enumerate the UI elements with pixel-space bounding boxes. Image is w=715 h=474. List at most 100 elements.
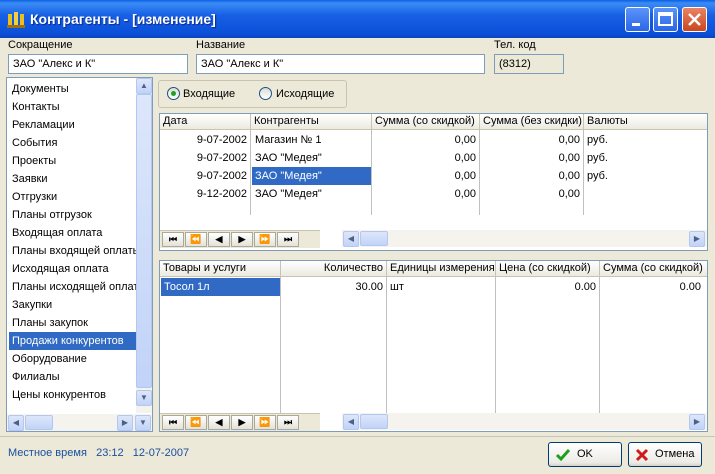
cell-counterparty: ЗАО "Медея": [255, 188, 322, 200]
ok-button[interactable]: OK: [548, 442, 622, 467]
sidebar-item-purchases[interactable]: Закупки: [9, 296, 137, 314]
cell-counterparty: ЗАО "Медея": [255, 152, 322, 164]
sidebar-item-events[interactable]: События: [9, 134, 137, 152]
documents-grid[interactable]: Дата Контрагенты Сумма (со скидкой) Сумм…: [159, 113, 708, 251]
nav-next-button[interactable]: ▶: [231, 415, 253, 430]
sidebar-vscroll[interactable]: ▲ ▼: [136, 78, 152, 413]
radio-incoming-label[interactable]: Входящие: [183, 88, 235, 100]
cell-currency: руб.: [587, 134, 608, 146]
column-header-quantity[interactable]: Количество: [281, 261, 387, 277]
sidebar-item-shipments[interactable]: Отгрузки: [9, 188, 137, 206]
phone-code-field[interactable]: (8312): [494, 54, 564, 74]
scroll-up-button[interactable]: ▲: [136, 78, 152, 94]
phone-code-label: Тел. код: [494, 39, 536, 51]
column-header-currency[interactable]: Валюты: [584, 114, 707, 130]
cell-sum-discount: 0,00: [454, 134, 476, 146]
scroll-right-button[interactable]: ▶: [117, 415, 133, 431]
column-divider: [250, 130, 251, 215]
nav-prev-button[interactable]: ◀: [208, 415, 230, 430]
sidebar-item-outgoing-payment-plans[interactable]: Планы исходящей оплаты: [9, 278, 137, 296]
cancel-button-label: Отмена: [655, 448, 695, 460]
nav-prev-button[interactable]: ◀: [208, 232, 230, 247]
nav-prev-page-button[interactable]: ⏪: [185, 415, 207, 430]
sidebar-item-claims[interactable]: Рекламации: [9, 116, 137, 134]
minimize-icon: [632, 23, 640, 26]
radio-incoming[interactable]: [167, 87, 180, 100]
minimize-button[interactable]: [625, 7, 650, 32]
column-divider: [599, 277, 600, 413]
sidebar-item-requests[interactable]: Заявки: [9, 170, 137, 188]
cell-sum-discount: 0.00: [679, 281, 701, 293]
scroll-thumb[interactable]: [360, 414, 388, 429]
scroll-left-button[interactable]: ◀: [343, 231, 359, 247]
radio-outgoing-label[interactable]: Исходящие: [276, 88, 334, 100]
nav-last-button[interactable]: ⏭: [277, 232, 299, 247]
column-header-date[interactable]: Дата: [160, 114, 251, 130]
column-header-sum-discount[interactable]: Сумма (со скидкой): [600, 261, 707, 277]
divider: [0, 436, 715, 437]
scroll-left-button[interactable]: ◀: [343, 414, 359, 430]
nav-last-button[interactable]: ⏭: [277, 415, 299, 430]
sidebar-item-outgoing-payment[interactable]: Исходящая оплата: [9, 260, 137, 278]
items-grid[interactable]: Товары и услуги Количество Единицы измер…: [159, 260, 708, 432]
nav-next-button[interactable]: ▶: [231, 232, 253, 247]
column-header-goods[interactable]: Товары и услуги: [160, 261, 281, 277]
nav-next-page-button[interactable]: ⏩: [254, 232, 276, 247]
sidebar-item-shipment-plans[interactable]: Планы отгрузок: [9, 206, 137, 224]
sidebar-item-contacts[interactable]: Контакты: [9, 98, 137, 116]
column-header-units[interactable]: Единицы измерения: [387, 261, 496, 277]
sidebar[interactable]: Документы Контакты Рекламации События Пр…: [6, 77, 153, 432]
scroll-thumb[interactable]: [25, 415, 53, 430]
short-name-label: Сокращение: [8, 39, 73, 51]
sidebar-item-incoming-payment-plans[interactable]: Планы входящей оплаты: [9, 242, 137, 260]
cell-currency: руб.: [587, 152, 608, 164]
sidebar-item-purchase-plans[interactable]: Планы закупок: [9, 314, 137, 332]
column-header-counterparty[interactable]: Контрагенты: [251, 114, 372, 130]
scroll-left-button[interactable]: ◀: [8, 415, 24, 431]
scroll-thumb[interactable]: [360, 231, 388, 246]
local-date-value: 12-07-2007: [132, 447, 190, 459]
grid-hscroll[interactable]: ◀ ▶: [342, 413, 707, 430]
sidebar-item-projects[interactable]: Проекты: [9, 152, 137, 170]
sidebar-item-competitor-prices[interactable]: Цены конкурентов: [9, 386, 137, 404]
cell-units: шт: [390, 281, 404, 293]
nav-prev-page-button[interactable]: ⏪: [185, 232, 207, 247]
sidebar-item-competitor-sales[interactable]: Продажи конкурентов: [9, 332, 137, 350]
cancel-button[interactable]: Отмена: [628, 442, 702, 467]
cell-goods-selected: Тосол 1л: [161, 278, 280, 296]
radio-outgoing[interactable]: [259, 87, 272, 100]
scroll-down-button[interactable]: ▼: [135, 415, 151, 431]
short-name-field[interactable]: ЗАО "Алекс и К": [8, 54, 188, 74]
sidebar-hscroll[interactable]: ◀ ▶ ▼: [7, 414, 152, 431]
maximize-button[interactable]: [653, 7, 678, 32]
sidebar-item-equipment[interactable]: Оборудование: [9, 350, 137, 368]
record-navigator: ⏮ ⏪ ◀ ▶ ⏩ ⏭: [160, 230, 320, 248]
sidebar-item-branches[interactable]: Филиалы: [9, 368, 137, 386]
scroll-right-button[interactable]: ▶: [689, 414, 705, 430]
local-time-label: Местное время: [8, 447, 87, 459]
name-field[interactable]: ЗАО "Алекс и К": [196, 54, 485, 74]
title-bar[interactable]: Контрагенты - [изменение]: [0, 0, 715, 38]
scroll-down-button[interactable]: ▼: [136, 390, 152, 406]
cell-counterparty: Магазин № 1: [255, 134, 322, 146]
nav-first-button[interactable]: ⏮: [162, 415, 184, 430]
cell-currency: руб.: [587, 170, 608, 182]
column-header-price-discount[interactable]: Цена (со скидкой): [496, 261, 600, 277]
cell-sum-no-discount: 0,00: [558, 170, 580, 182]
maximize-icon: [658, 12, 673, 26]
nav-first-button[interactable]: ⏮: [162, 232, 184, 247]
cell-sum-no-discount: 0,00: [558, 152, 580, 164]
grid-hscroll[interactable]: ◀ ▶: [342, 230, 707, 247]
cell-currency: [584, 185, 704, 203]
close-button[interactable]: [682, 7, 707, 32]
app-icon: [7, 12, 25, 28]
column-header-sum-no-discount[interactable]: Сумма (без скидки): [480, 114, 584, 130]
nav-next-page-button[interactable]: ⏩: [254, 415, 276, 430]
column-divider: [280, 277, 281, 413]
sidebar-item-documents[interactable]: Документы: [9, 80, 137, 98]
column-header-sum-discount[interactable]: Сумма (со скидкой): [372, 114, 480, 130]
scroll-right-button[interactable]: ▶: [689, 231, 705, 247]
sidebar-item-incoming-payment[interactable]: Входящая оплата: [9, 224, 137, 242]
column-divider: [386, 277, 387, 413]
scroll-thumb[interactable]: [136, 94, 152, 388]
